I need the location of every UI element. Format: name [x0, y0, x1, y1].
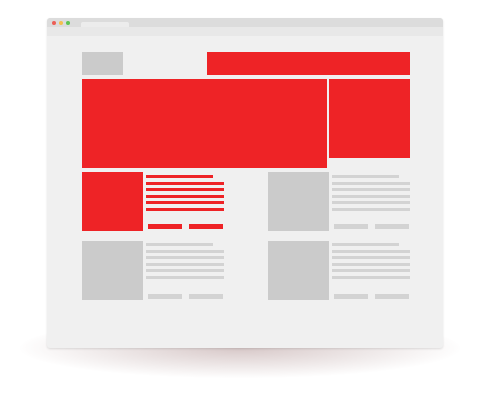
card-text-line [332, 188, 410, 191]
card-text-line [332, 269, 410, 272]
card-text-line [146, 195, 224, 198]
card-title-line [332, 175, 399, 178]
hero-side-panel[interactable] [329, 79, 410, 158]
hero-banner[interactable] [82, 79, 327, 168]
card-text-line [332, 182, 410, 185]
card-image-placeholder[interactable] [268, 172, 329, 231]
card-button[interactable] [148, 224, 182, 229]
card-text-line [332, 256, 410, 259]
card-image-placeholder[interactable] [268, 241, 329, 300]
card-title-line [332, 243, 399, 246]
close-dot-icon[interactable] [52, 21, 56, 25]
card-text-line [146, 250, 224, 253]
browser-window [47, 18, 443, 348]
card-text-line [146, 263, 224, 266]
title-bar [47, 18, 443, 27]
card-button[interactable] [189, 294, 223, 299]
navigation-bar[interactable] [207, 52, 410, 75]
card-text-line [146, 182, 224, 185]
card-text-line [146, 276, 224, 279]
card-text-line [332, 201, 410, 204]
card-image-placeholder[interactable] [82, 241, 143, 300]
maximize-dot-icon[interactable] [66, 21, 70, 25]
card-title-line [146, 243, 213, 246]
card-button[interactable] [334, 294, 368, 299]
browser-toolbar [47, 27, 443, 36]
card-text-line [146, 201, 224, 204]
card-button[interactable] [334, 224, 368, 229]
card-image-placeholder[interactable] [82, 172, 143, 231]
card-text-line [146, 208, 224, 211]
card-button[interactable] [148, 294, 182, 299]
card-button[interactable] [375, 294, 409, 299]
minimize-dot-icon[interactable] [59, 21, 63, 25]
card-button[interactable] [375, 224, 409, 229]
card-text-line [332, 250, 410, 253]
stage [0, 0, 480, 400]
card-title-line [146, 175, 213, 178]
card-text-line [332, 263, 410, 266]
card-text-line [146, 256, 224, 259]
card-text-line [332, 208, 410, 211]
card-text-line [332, 276, 410, 279]
card-text-line [332, 195, 410, 198]
logo-placeholder[interactable] [82, 52, 123, 75]
card-button[interactable] [189, 224, 223, 229]
card-text-line [146, 188, 224, 191]
card-text-line [146, 269, 224, 272]
